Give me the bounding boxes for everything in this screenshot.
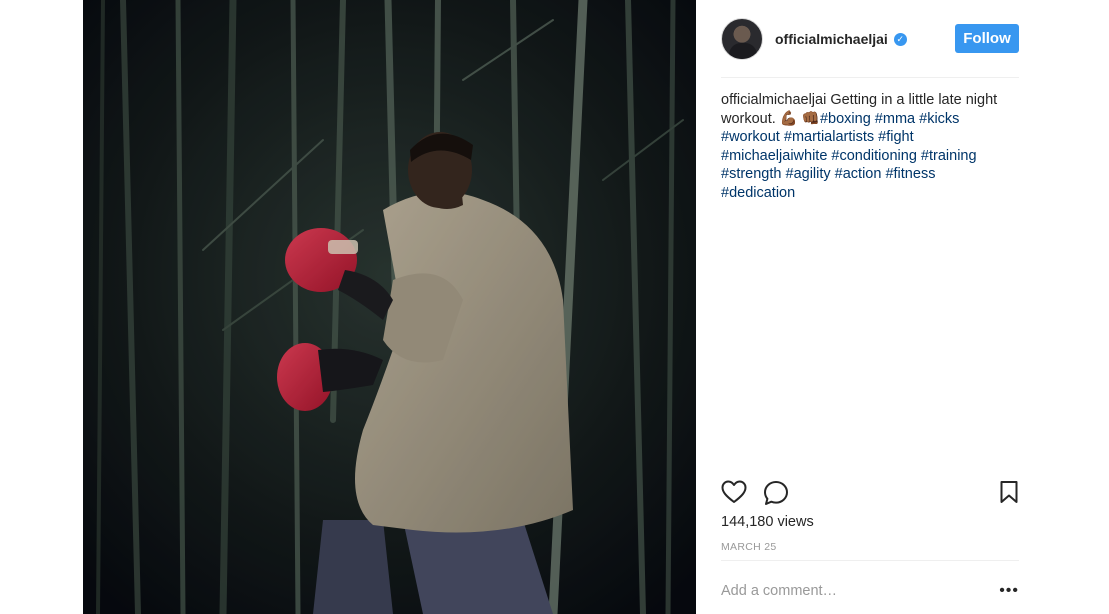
hashtag-link[interactable]: #agility	[786, 166, 831, 182]
hashtag-link[interactable]: #martialartists	[784, 129, 874, 145]
hashtag-link[interactable]: #fight	[878, 129, 913, 145]
hashtag-link[interactable]: #boxing	[820, 111, 871, 127]
post-video[interactable]	[83, 0, 696, 614]
comment-form: •••	[721, 580, 1019, 602]
post-video-frame	[83, 0, 696, 614]
author-username[interactable]: officialmichaeljai	[775, 31, 888, 47]
hashtag-link[interactable]: #training	[921, 148, 977, 164]
bookmark-icon[interactable]	[999, 480, 1019, 509]
more-options-button[interactable]: •••	[999, 580, 1019, 602]
hashtag-link[interactable]: #kicks	[919, 111, 959, 127]
post-date[interactable]: MARCH 25	[721, 541, 777, 553]
follow-button[interactable]: Follow	[955, 24, 1019, 53]
view-count[interactable]: 144,180 views	[721, 514, 814, 530]
hashtag-link[interactable]: #conditioning	[831, 148, 916, 164]
hashtag-link[interactable]: #action	[835, 166, 882, 182]
avatar[interactable]	[721, 18, 763, 60]
hashtag-link[interactable]: #strength	[721, 166, 781, 182]
hashtag-link[interactable]: #fitness	[885, 166, 935, 182]
post-actions	[721, 480, 1019, 506]
hashtag-link[interactable]: #workout	[721, 129, 780, 145]
hashtag-link[interactable]: #dedication	[721, 185, 795, 201]
comment-divider	[721, 560, 1019, 561]
post-details-panel: officialmichaeljai ✓ Follow officialmich…	[721, 0, 1019, 614]
comment-input[interactable]	[721, 580, 981, 602]
header-divider	[721, 77, 1019, 78]
verified-badge-icon: ✓	[893, 32, 907, 46]
hashtag-link[interactable]: #mma	[875, 111, 915, 127]
post-caption: officialmichaeljai Getting in a little l…	[721, 91, 1013, 203]
hashtag-link[interactable]: #michaeljaiwhite	[721, 148, 827, 164]
caption-username[interactable]: officialmichaeljai	[721, 92, 826, 108]
heart-icon[interactable]	[721, 480, 747, 509]
post-header: officialmichaeljai ✓ Follow	[721, 17, 1019, 61]
comment-bubble-icon[interactable]	[763, 480, 789, 511]
